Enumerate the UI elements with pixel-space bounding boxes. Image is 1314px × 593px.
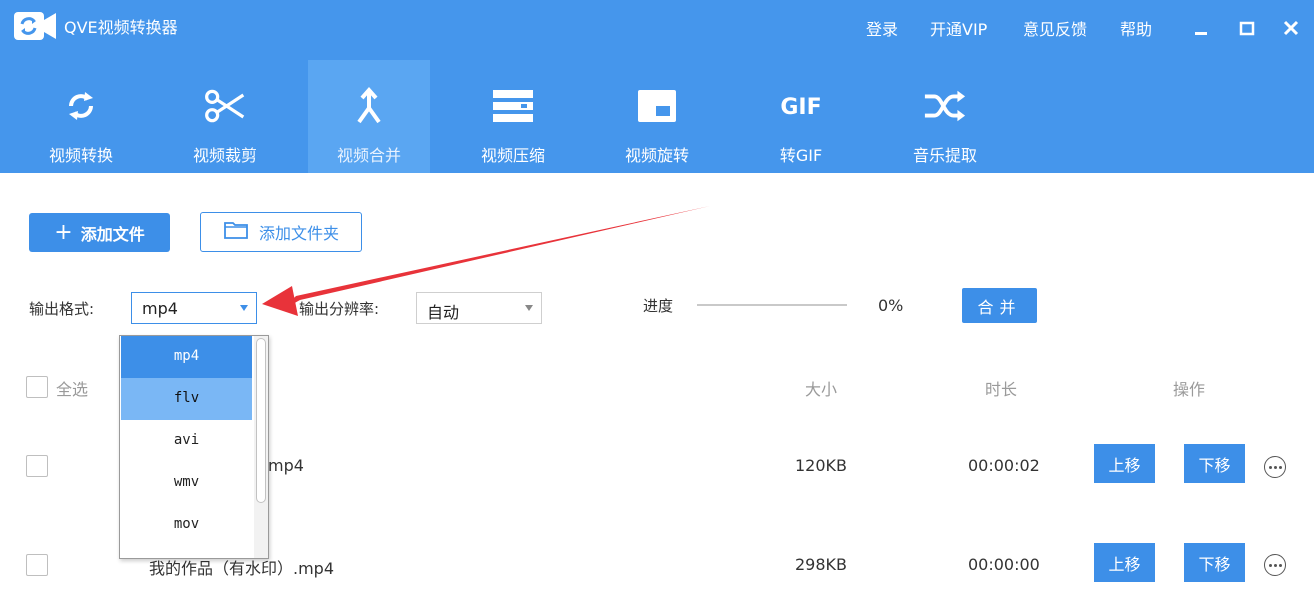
format-option-mov[interactable]: mov [121, 504, 252, 546]
convert-icon [59, 86, 103, 126]
help-link[interactable]: 帮助 [1120, 16, 1152, 40]
resolution-select[interactable]: 自动 [416, 292, 542, 324]
minimize-icon[interactable] [1186, 10, 1216, 46]
resolution-value: 自动 [427, 303, 460, 322]
dropdown-scrollbar[interactable] [254, 336, 268, 558]
tab-label: 视频旋转 [624, 146, 689, 165]
tab-label: 视频裁剪 [192, 146, 257, 165]
scrollbar-thumb[interactable] [256, 338, 266, 503]
format-option-flv[interactable]: flv [121, 378, 252, 420]
chevron-down-icon [525, 305, 533, 311]
close-icon[interactable] [1276, 10, 1306, 46]
tab-video-crop[interactable]: 视频裁剪 [164, 60, 286, 173]
tab-label: 视频压缩 [480, 146, 545, 165]
merge-button[interactable]: 合并 [962, 288, 1037, 323]
select-all-label: 全选 [56, 380, 89, 399]
format-option-avi[interactable]: avi [121, 420, 252, 462]
chevron-down-icon [240, 305, 248, 311]
top-bar: QVE视频转换器 登录 开通VIP 意见反馈 帮助 视频转换 视频裁剪 视频合并… [0, 0, 1314, 173]
move-down-button[interactable]: 下移 [1184, 444, 1245, 483]
file-size: 298KB [795, 555, 848, 574]
actions-column-header: 操作 [1173, 380, 1206, 399]
row-checkbox[interactable] [26, 554, 48, 576]
tab-music-extract[interactable]: 音乐提取 [884, 60, 1006, 173]
progress-label: 进度 [643, 297, 674, 315]
plus-icon: + [54, 220, 73, 245]
tab-video-convert[interactable]: 视频转换 [20, 60, 142, 173]
rotate-icon [635, 86, 679, 126]
feedback-link[interactable]: 意见反馈 [1023, 16, 1087, 40]
select-all-checkbox[interactable] [26, 376, 48, 398]
resolution-label: 输出分辨率: [299, 300, 380, 318]
tab-label: 转GIF [779, 146, 823, 165]
add-folder-button[interactable]: 添加文件夹 [200, 212, 362, 252]
progress-percent: 0% [878, 296, 904, 315]
tab-video-compress[interactable]: 视频压缩 [452, 60, 574, 173]
format-value: mp4 [142, 299, 178, 318]
move-up-button[interactable]: 上移 [1094, 543, 1155, 582]
format-dropdown-list: mp4 flv avi wmv mov [119, 335, 269, 559]
format-label: 输出格式: [29, 300, 95, 318]
file-size: 120KB [795, 456, 848, 475]
file-duration: 00:00:02 [968, 456, 1040, 475]
move-up-button[interactable]: 上移 [1094, 444, 1155, 483]
shuffle-icon [923, 86, 967, 126]
login-link[interactable]: 登录 [866, 16, 898, 40]
tab-label: 视频合并 [336, 146, 401, 165]
more-options-icon[interactable] [1264, 554, 1286, 576]
vip-link[interactable]: 开通VIP [930, 16, 987, 40]
tab-to-gif[interactable]: GIF 转GIF [740, 60, 862, 173]
tab-label: 音乐提取 [912, 146, 977, 165]
file-name: mp4 [268, 456, 304, 475]
tab-label: 视频转换 [48, 146, 113, 165]
tab-video-merge[interactable]: 视频合并 [308, 60, 430, 173]
tab-video-rotate[interactable]: 视频旋转 [596, 60, 718, 173]
more-options-icon[interactable] [1264, 456, 1286, 478]
size-column-header: 大小 [805, 380, 838, 399]
merge-icon [347, 86, 391, 126]
add-file-button[interactable]: + 添加文件 [29, 213, 170, 252]
move-down-button[interactable]: 下移 [1184, 543, 1245, 582]
scissors-icon [203, 86, 247, 126]
maximize-icon[interactable] [1232, 10, 1262, 46]
svg-text:GIF: GIF [780, 95, 821, 120]
duration-column-header: 时长 [985, 380, 1018, 399]
format-option-wmv[interactable]: wmv [121, 462, 252, 504]
format-select[interactable]: mp4 [131, 292, 257, 324]
add-file-label: 添加文件 [80, 224, 145, 244]
add-folder-label: 添加文件夹 [258, 224, 339, 243]
compress-icon [491, 86, 535, 126]
row-checkbox[interactable] [26, 455, 48, 477]
progress-bar [697, 304, 847, 306]
folder-icon [223, 220, 249, 244]
format-option-mp4[interactable]: mp4 [121, 336, 252, 378]
app-title: QVE视频转换器 [64, 18, 178, 37]
file-duration: 00:00:00 [968, 555, 1040, 574]
app-logo-icon [14, 10, 56, 42]
gif-icon: GIF [779, 86, 823, 126]
